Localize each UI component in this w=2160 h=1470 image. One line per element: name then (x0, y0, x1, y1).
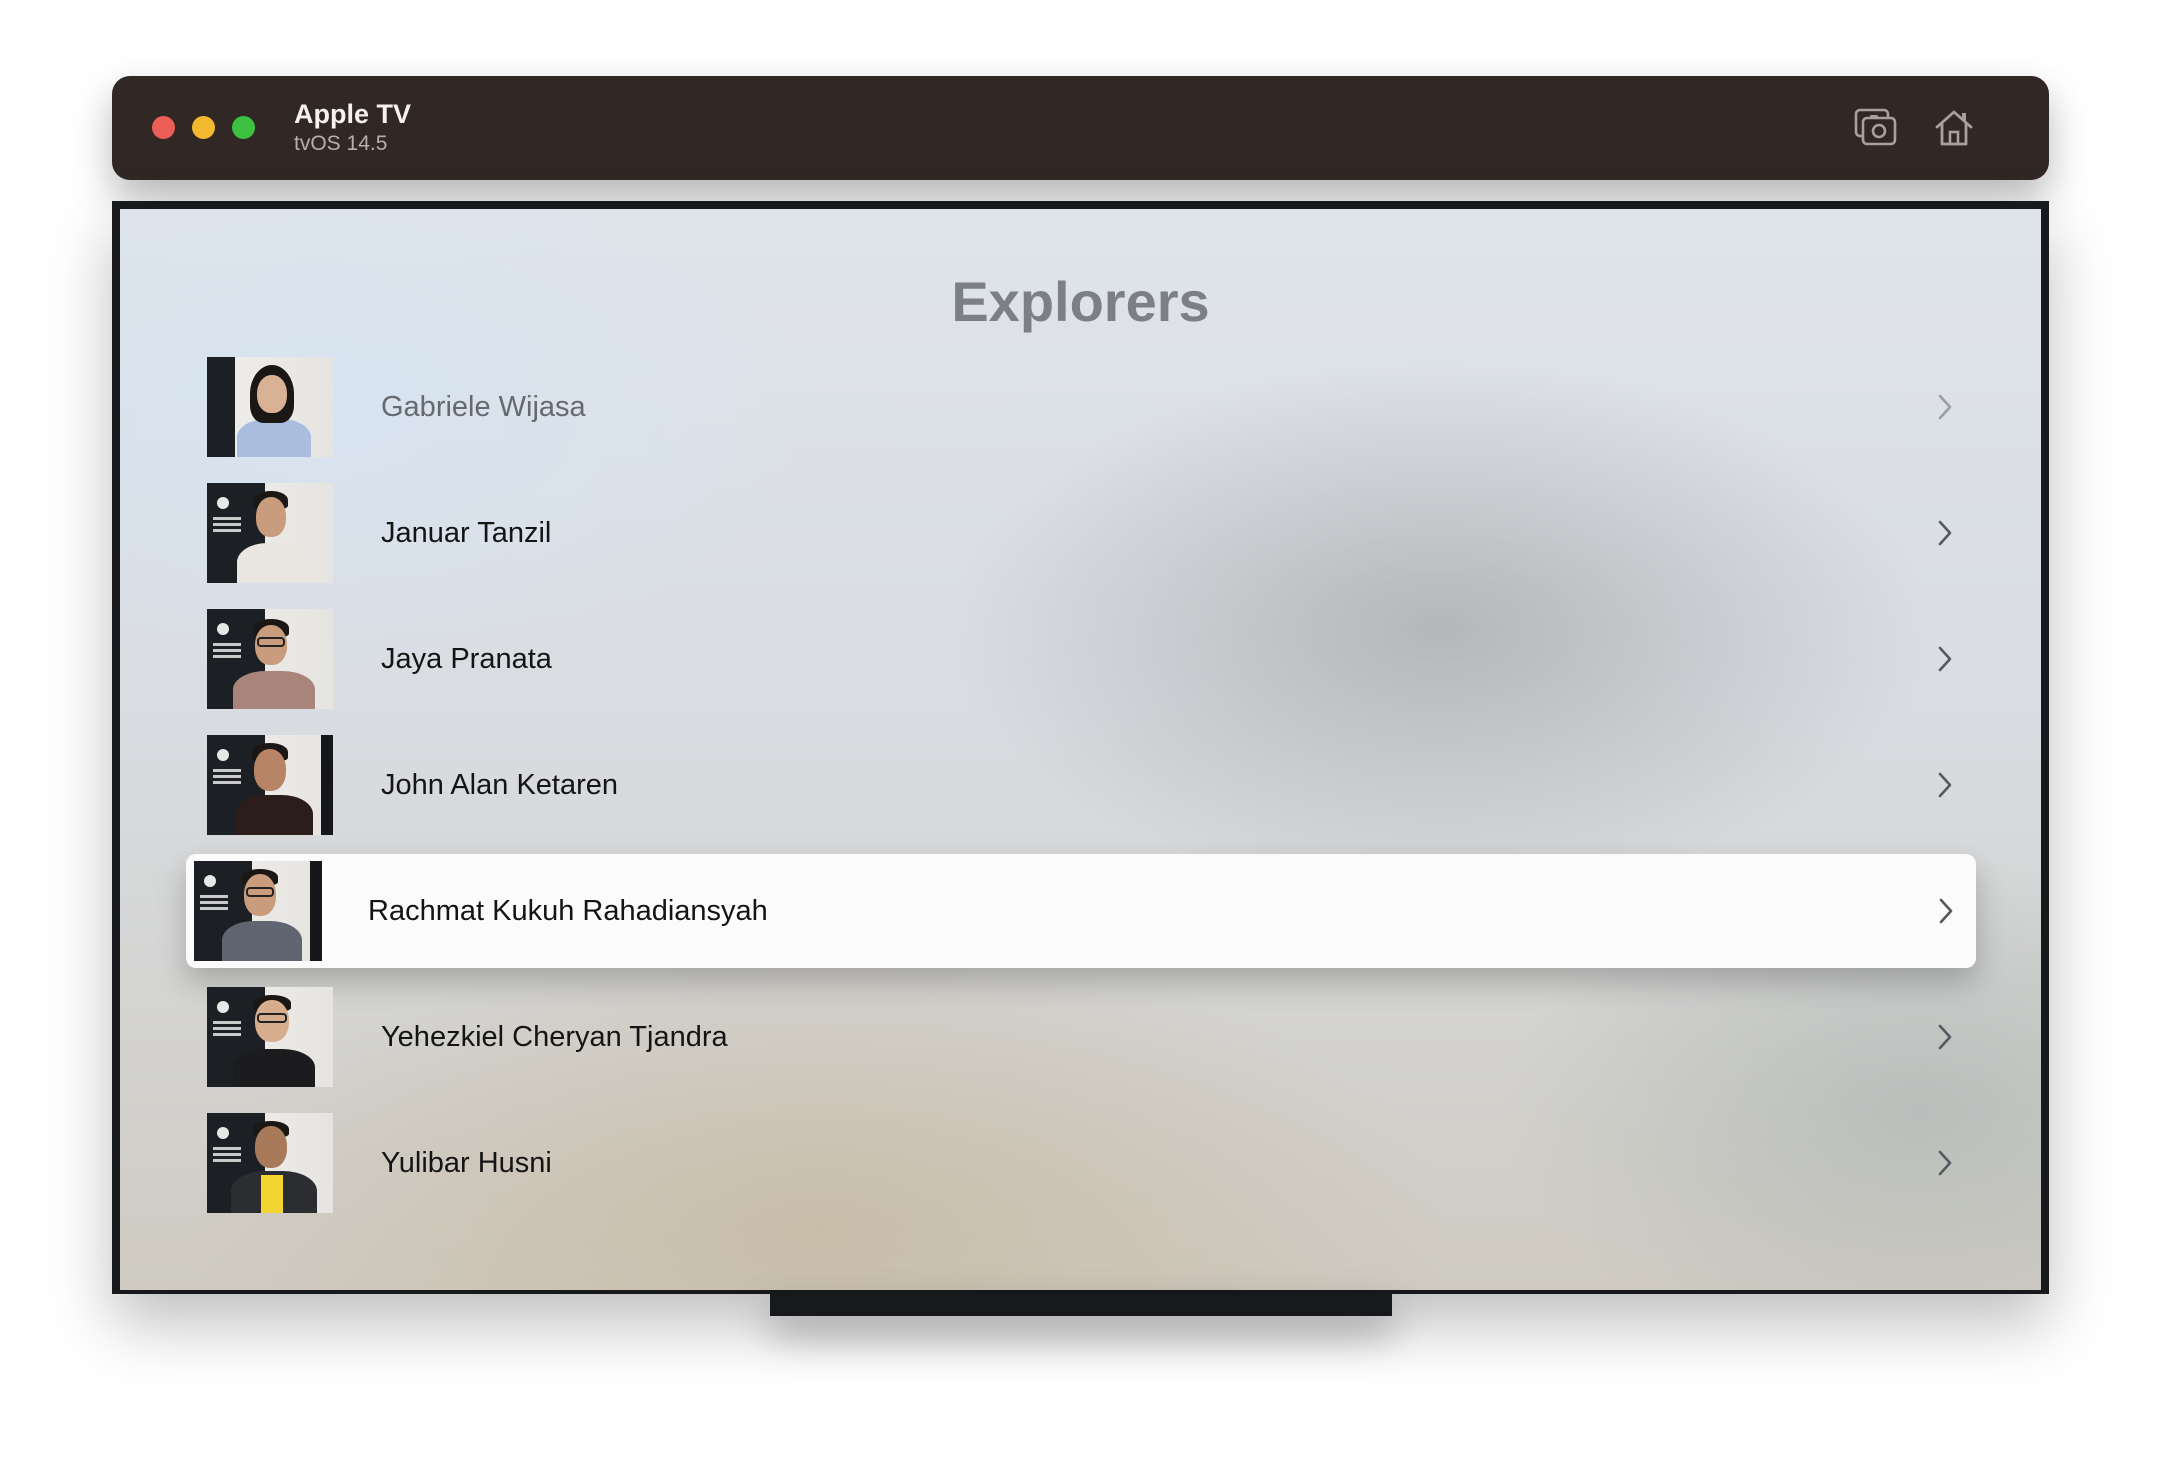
simulator-window: Apple TV tvOS 14.5 Explorers Gabriele Wi… (112, 76, 2049, 1316)
row-name: Yulibar Husni (381, 1147, 552, 1179)
avatar (194, 861, 322, 961)
row-name: Rachmat Kukuh Rahadiansyah (368, 895, 768, 927)
avatar (207, 483, 333, 583)
tv-stand (770, 1294, 1392, 1316)
list-item[interactable]: Gabriele Wijasa (207, 357, 1955, 457)
row-name: Jaya Pranata (381, 643, 552, 675)
chevron-right-icon (1938, 394, 1952, 420)
chevron-right-icon (1938, 646, 1952, 672)
chevron-right-icon (1938, 1150, 1952, 1176)
close-button[interactable] (152, 116, 175, 139)
home-button[interactable] (1928, 102, 1980, 154)
minimize-button[interactable] (192, 116, 215, 139)
tv-bezel: Explorers Gabriele Wijasa Januar Tanzil … (112, 201, 2049, 1294)
row-name: Gabriele Wijasa (381, 391, 586, 423)
chevron-right-icon (1939, 898, 1953, 924)
window-title: Apple TV (294, 99, 412, 129)
title-bar[interactable]: Apple TV tvOS 14.5 (112, 76, 2049, 180)
avatar (207, 357, 333, 457)
screenshot-icon (1854, 108, 1897, 146)
row-name: John Alan Ketaren (381, 769, 619, 801)
row-name: Yehezkiel Cheryan Tjandra (381, 1021, 728, 1053)
page-title: Explorers (951, 270, 1210, 333)
zoom-button[interactable] (232, 116, 255, 139)
list-item[interactable]: Jaya Pranata (207, 609, 1955, 709)
window-subtitle: tvOS 14.5 (294, 132, 388, 155)
home-icon (1935, 110, 1973, 146)
avatar (207, 735, 333, 835)
list-item[interactable]: John Alan Ketaren (207, 735, 1955, 835)
chevron-right-icon (1938, 520, 1952, 546)
chevron-right-icon (1938, 1024, 1952, 1050)
list-item[interactable]: Januar Tanzil (207, 483, 1955, 583)
screenshot-button[interactable] (1850, 102, 1902, 154)
avatar (207, 987, 333, 1087)
tv-screen: Explorers Gabriele Wijasa Januar Tanzil … (120, 209, 2041, 1290)
avatar (207, 1113, 333, 1213)
list-item-focused[interactable]: Rachmat Kukuh Rahadiansyah (186, 854, 1976, 968)
list-item[interactable]: Yulibar Husni (207, 1113, 1955, 1213)
chevron-right-icon (1938, 772, 1952, 798)
row-name: Januar Tanzil (381, 517, 552, 549)
avatar (207, 609, 333, 709)
list-item[interactable]: Yehezkiel Cheryan Tjandra (207, 987, 1955, 1087)
